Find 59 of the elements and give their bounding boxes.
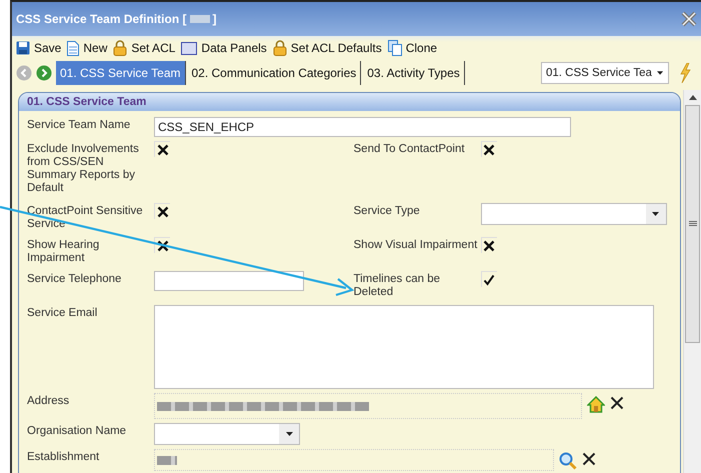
page-dropdown[interactable]: 01. CSS Service Tea [541, 62, 669, 84]
field-label: Organisation Name [27, 424, 128, 438]
scroll-up-icon[interactable] [688, 95, 696, 100]
lookup-field[interactable] [154, 393, 582, 419]
back-icon[interactable] [16, 65, 32, 81]
checkbox[interactable] [480, 141, 496, 157]
field-label: Timelines can be Deleted [354, 272, 442, 299]
clear-icon[interactable] [582, 452, 596, 466]
tab[interactable]: 03. Activity Types [363, 61, 465, 85]
padlock-icon [113, 40, 128, 56]
toolbar-button[interactable]: Set ACL Defaults [272, 40, 382, 56]
clear-icon[interactable] [610, 396, 624, 410]
window-title-bracket: ] [212, 12, 216, 26]
field-label: Service Telephone [27, 272, 122, 286]
grip-icon [688, 221, 696, 227]
toolbar-button[interactable]: Set ACL [113, 40, 176, 56]
field-label: Show Visual Impairment [354, 238, 478, 252]
tab[interactable]: 02. Communication Categories [188, 61, 362, 85]
redacted-text [157, 456, 177, 464]
window-panel-icon [181, 42, 198, 54]
toolbar-button[interactable]: New [67, 40, 108, 56]
toolbar-button[interactable]: Save [16, 41, 62, 55]
checkbox[interactable] [154, 203, 170, 219]
caret-icon [652, 212, 659, 216]
field-label: Service Email [27, 306, 98, 320]
checkbox[interactable] [480, 271, 496, 287]
redacted-text [190, 15, 210, 23]
checkbox[interactable] [154, 141, 170, 157]
forward-icon[interactable] [36, 65, 52, 81]
padlock-icon [272, 40, 287, 56]
copy-icon [388, 40, 402, 56]
field-label: Show Hearing Impairment [27, 238, 100, 265]
lookup-field[interactable] [154, 449, 554, 471]
field-label: Service Team Name [27, 118, 132, 132]
toolbar-button[interactable]: Data Panels [181, 41, 267, 55]
text-area[interactable] [154, 305, 654, 389]
search-icon[interactable] [559, 452, 577, 470]
text-field[interactable] [154, 271, 304, 291]
close-icon[interactable] [681, 11, 697, 27]
lightning-icon[interactable] [679, 63, 691, 83]
panel-title: 01. CSS Service Team [27, 96, 146, 108]
text-field[interactable]: CSS_SEN_EHCP [154, 117, 571, 137]
dropdown-field[interactable] [480, 203, 666, 225]
field-label: Establishment [27, 450, 100, 464]
field-label: Send To ContactPoint [354, 142, 466, 156]
field-label: Exclude Involvements from CSS/SEN Summary Reports by Default [27, 142, 140, 195]
checkbox[interactable] [480, 237, 496, 253]
caret-icon [286, 432, 292, 436]
scrollbar[interactable] [683, 90, 701, 473]
checkbox[interactable] [154, 237, 170, 253]
caret-icon [656, 71, 663, 75]
toolbar-button[interactable]: Clone [388, 40, 438, 56]
tab[interactable]: 01. CSS Service Team [56, 61, 186, 85]
field-label: Address [27, 394, 70, 408]
house-icon[interactable] [587, 396, 605, 413]
document-icon [67, 40, 80, 56]
field-label: Service Type [354, 204, 421, 218]
window-title: CSS Service Team Definition [ [16, 12, 186, 26]
dropdown-field[interactable] [154, 423, 300, 445]
